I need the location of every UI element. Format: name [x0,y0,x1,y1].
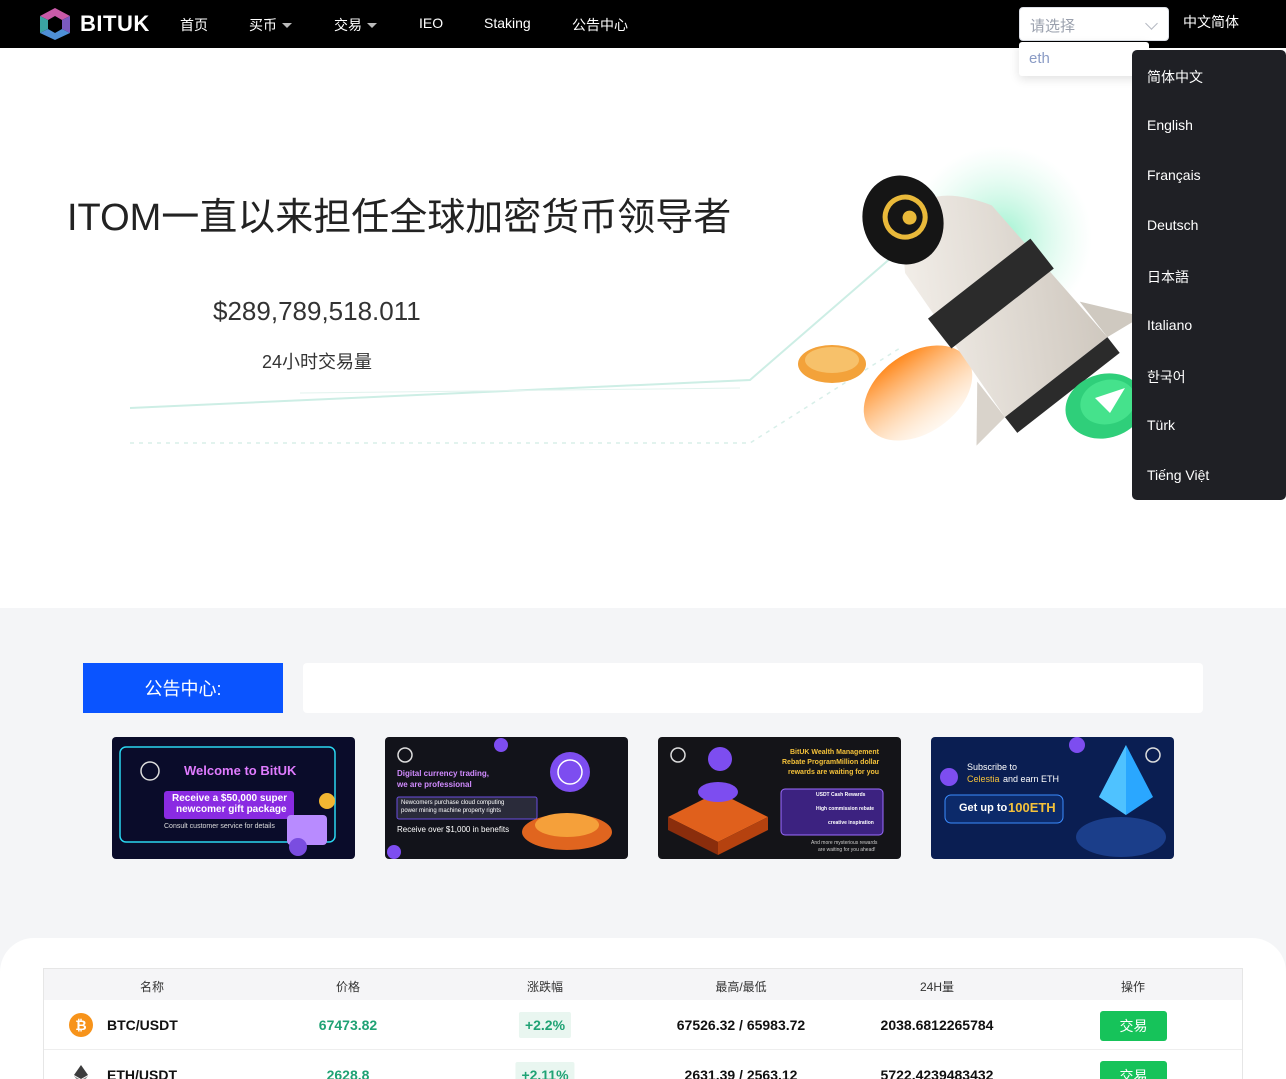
pair-change: +2.11% [515,1062,575,1079]
trade-button[interactable]: 交易 [1100,1011,1167,1041]
banner-cloud-line1: Digital currency trading, [397,769,490,778]
pair-volume: 5722.4239483432 [880,1067,994,1079]
language-menu: 简体中文 English Français Deutsch 日本語 Italia… [1132,50,1286,500]
pair-price: 2628.8 [326,1067,370,1079]
banner-celestia-line1: Subscribe to [967,762,1018,772]
brand-name: BITUK [80,11,150,36]
market-table: 名称 价格 涨跌幅 最高/最低 24H量 操作 ₿ BTC/USDT 67473… [43,968,1243,1079]
table-header: 名称 价格 涨跌幅 最高/最低 24H量 操作 [44,969,1242,1000]
banner-welcome-title: Welcome to BitUK [184,763,297,778]
nav-home-label: 首页 [180,17,208,33]
banner-wealth-line5: are waiting for you ahead! [818,847,876,853]
caret-down-icon [367,22,377,28]
caret-down-icon [282,22,292,28]
nav-trade[interactable]: 交易 [334,15,377,35]
col-change: 涨跌幅 [526,980,564,994]
language-option-vi[interactable]: Tiếng Việt [1147,467,1209,483]
language-option-ja[interactable]: 日本語 [1147,267,1189,287]
hero-volume: $289,789,518.011 [213,296,421,326]
nav-announcements-label: 公告中心 [572,17,628,33]
hero-illustration [129,146,1145,446]
banner-wealth-chip3: creative inspiration [828,820,874,826]
hero-title: ITOM一直以来担任全球加密货币领导者 [67,197,732,239]
logo-mark-icon [40,8,70,40]
language-option-it[interactable]: Italiano [1147,317,1192,333]
notice-ticker[interactable] [303,663,1203,713]
banner-wealth-rebate[interactable]: BitUK Wealth Management Rebate ProgramMi… [658,737,901,859]
svg-text:₿: ₿ [75,1018,86,1034]
nav-buy-coin-label: 买币 [249,17,277,33]
top-navbar: BITUK 首页 买币 交易 IEO Staking 公告中心 请选择 中文简体 [0,0,1286,48]
language-option-ko[interactable]: 한국어 [1147,367,1186,387]
table-row[interactable]: ETH/USDT 2628.8 +2.11% 2631.39 / 2563.12… [44,1050,1242,1079]
banner-cloud-line4: power mining machine property rights [401,808,502,814]
nav-staking[interactable]: Staking [484,15,531,31]
banner-wealth-line2: Rebate ProgramMillion dollar [782,759,880,766]
language-option-zh[interactable]: 简体中文 [1147,67,1203,87]
pair-name: ETH/USDT [107,1067,177,1079]
pair-name: BTC/USDT [107,1017,178,1033]
language-option-en[interactable]: English [1147,117,1193,133]
banner-celestia-line3b: 100ETH [1008,800,1056,815]
pair-price: 67473.82 [318,1017,378,1033]
bitcoin-icon: ₿ [69,1013,93,1037]
banner-cloud-mining-bg [385,737,628,859]
banner-celestia-line2b: and earn ETH [1003,774,1060,784]
col-high-low: 最高/最低 [715,980,767,994]
select-placeholder: 请选择 [1030,18,1076,35]
brand-logo[interactable]: BITUK [37,7,150,41]
nav-home[interactable]: 首页 [180,15,208,35]
banner-celestia-line3a: Get up to [959,802,1008,814]
pair-high-low: 2631.39 / 2563.12 [684,1067,798,1079]
banner-cloud-line2: we are professional [397,780,472,789]
pair-volume: 2038.6812265784 [880,1017,994,1033]
pair-change: +2.2% [518,1012,572,1038]
notice-label: 公告中心: [83,663,283,713]
select-dropdown[interactable]: 请选择 [1019,7,1169,41]
banner-celestia-bg [931,737,1174,859]
col-volume: 24H量 [919,980,955,994]
banner-cloud-mining[interactable]: Digital currency trading, we are profess… [385,737,628,859]
banner-wealth-chip2: High commission rebate [816,806,875,812]
pair-high-low: 67526.32 / 65983.72 [676,1017,806,1033]
col-price: 价格 [335,980,361,994]
trade-button[interactable]: 交易 [1100,1061,1167,1079]
banner-wealth-line1: BitUK Wealth Management [790,749,879,756]
banner-celestia-line2a: Celestia [967,774,1000,784]
banner-welcome-line4: Consult customer service for details [164,823,275,830]
nav-trade-label: 交易 [334,17,362,33]
col-action: 操作 [1120,980,1146,994]
nav-ieo-label: IEO [419,15,444,31]
language-switcher[interactable]: 中文简体 [1183,12,1239,32]
banner-wealth-line3: rewards are waiting for you [788,769,880,776]
hero-volume-label: 24小时交易量 [262,352,373,372]
language-option-de[interactable]: Deutsch [1147,217,1198,233]
table-row[interactable]: ₿ BTC/USDT 67473.82 +2.2% 67526.32 / 659… [44,1000,1242,1050]
banner-cloud-line5: Receive over $1,000 in benefits [397,825,510,834]
banner-wealth-chip1: USDT Cash Rewards [816,792,866,798]
nav-announcements[interactable]: 公告中心 [572,15,628,35]
banner-wealth-line4: And more mysterious rewards [811,840,878,846]
language-option-tr[interactable]: Türk [1147,417,1175,433]
nav-ieo[interactable]: IEO [419,15,443,31]
banner-welcome-line3: newcomer gift package [176,804,287,815]
banner-celestia[interactable]: Subscribe to Celestia and earn ETH Get u… [931,737,1174,859]
language-option-fr[interactable]: Français [1147,167,1201,183]
banner-cloud-line3: Newcomers purchase cloud computing [401,800,505,806]
nav-buy-coin[interactable]: 买币 [249,15,292,35]
banner-welcome-line2: Receive a $50,000 super [172,793,288,804]
col-name: 名称 [139,980,165,994]
chevron-down-icon [1145,17,1158,30]
banner-welcome[interactable]: Welcome to BitUK Receive a $50,000 super… [112,737,355,859]
nav-staking-label: Staking [484,15,531,31]
ethereum-icon [74,1065,88,1079]
